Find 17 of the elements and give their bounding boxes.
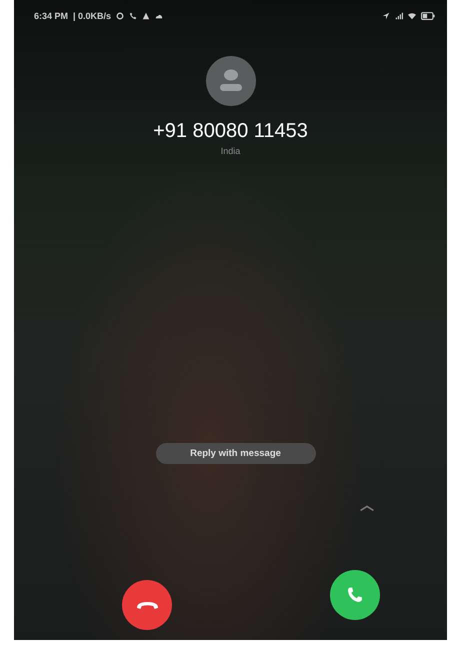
caller-location: India	[220, 146, 240, 156]
wifi-icon	[408, 12, 416, 20]
cloud-icon	[155, 12, 164, 20]
caller-number: +91 80080 11453	[153, 120, 308, 143]
hang-up-icon	[136, 602, 158, 608]
phone-icon	[129, 12, 138, 20]
reply-with-message-button[interactable]: Reply with message	[156, 443, 316, 464]
decline-call-button[interactable]	[122, 580, 172, 630]
contact-avatar-icon	[206, 56, 256, 106]
swipe-up-icon	[359, 504, 375, 512]
answer-call-button[interactable]	[330, 570, 380, 620]
network-speed: | 0.0KB/s	[73, 11, 112, 21]
status-time: 6:34 PM	[34, 11, 68, 21]
triangle-icon	[142, 12, 150, 20]
signal-icon	[395, 12, 403, 20]
battery-icon	[421, 12, 435, 20]
location-icon	[382, 12, 390, 20]
